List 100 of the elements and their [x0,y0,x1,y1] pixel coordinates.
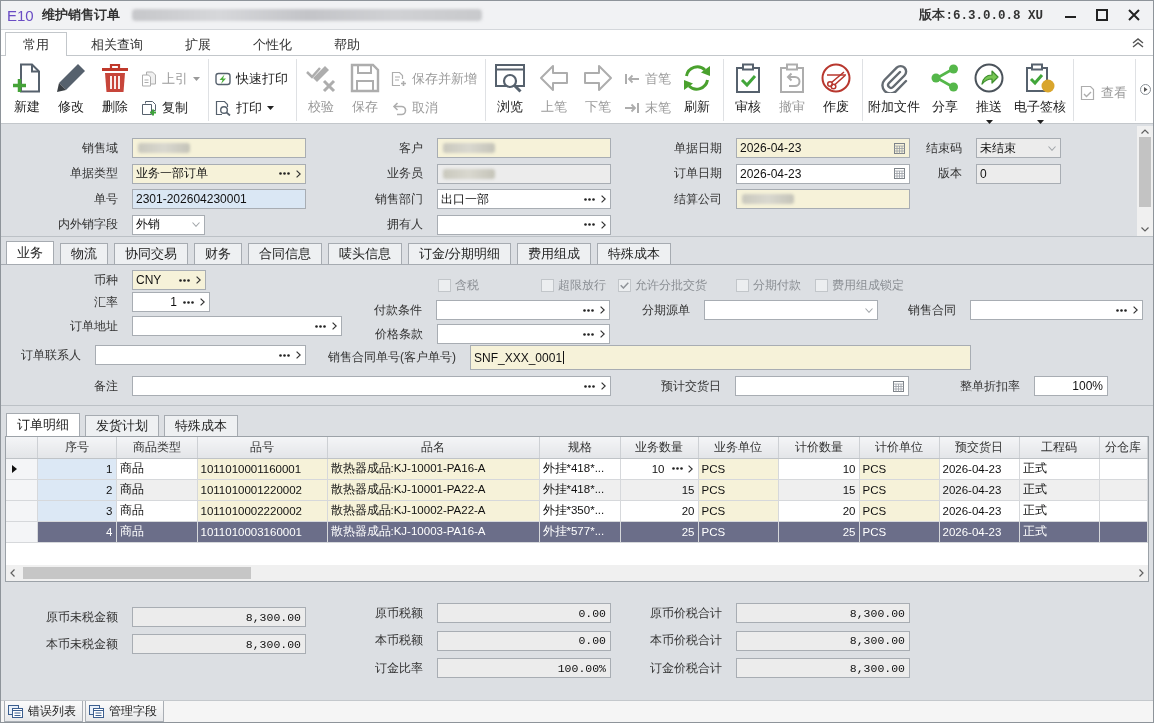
form-tab[interactable]: 合同信息 [248,243,322,264]
lookup-field[interactable] [437,163,611,184]
row-header-cell[interactable] [6,500,37,521]
column-header[interactable]: 业务数量 [620,437,698,458]
toolbar-button[interactable]: 修改 [49,59,93,121]
toolbar-button[interactable]: 分享 [923,59,967,121]
lookup-field[interactable] [436,300,610,320]
ribbon-tab[interactable]: 扩展 [167,32,229,56]
toolbar-button[interactable]: 复制 [137,97,204,119]
column-header[interactable]: 商品类型 [116,437,197,458]
lookup-field[interactable] [437,138,611,158]
amount-field[interactable]: 8,300.00 [736,658,910,678]
amount-field[interactable]: 8,300.00 [736,603,910,623]
lookup-field[interactable] [132,138,306,158]
ribbon-tab[interactable]: 个性化 [235,32,310,56]
chevron-right-icon[interactable] [200,298,205,306]
text-field[interactable]: SNF_XXX_0001 [470,345,971,370]
lookup-field[interactable]: 出口一部 [437,189,611,210]
form-tab[interactable]: 财务 [194,243,242,264]
toolbar-button[interactable]: 作废 [814,59,858,121]
more-icon[interactable] [584,384,595,388]
column-header[interactable]: 预交货日 [939,437,1019,458]
more-icon[interactable] [584,197,595,201]
more-icon[interactable] [584,223,595,227]
panel-tab[interactable]: 错误列表 [4,701,83,722]
more-icon[interactable] [279,353,290,357]
column-header[interactable]: 序号 [37,437,116,458]
column-header[interactable]: 规格 [539,437,620,458]
chevron-right-icon[interactable] [332,322,337,330]
date-field[interactable]: 2026-04-23 [736,138,910,158]
toolbar-button[interactable]: 删除 [93,59,137,121]
vertical-scrollbar[interactable] [1137,126,1153,236]
lookup-field[interactable] [132,316,342,336]
more-icon[interactable] [1116,308,1127,312]
toolbar-button[interactable]: 电子签核 [1011,59,1069,121]
amount-field[interactable]: 100.00% [437,658,611,678]
more-icon[interactable] [279,172,290,176]
form-tab[interactable]: 特殊成本 [597,243,672,264]
form-tab[interactable]: 协同交易 [114,243,188,264]
form-tab[interactable]: 业务 [6,241,54,264]
horizontal-scrollbar[interactable] [6,565,1148,581]
dropdown-field[interactable]: 未结束 [976,138,1061,158]
ribbon-tab[interactable]: 帮助 [316,32,378,56]
close-icon[interactable] [1128,9,1140,21]
date-field[interactable]: 2026-04-23 [736,163,910,184]
chevron-down-icon[interactable] [865,307,873,313]
toolbar-button[interactable]: 浏览 [488,59,532,121]
calendar-icon[interactable] [894,142,905,154]
panel-tab[interactable]: 管理字段 [85,701,164,722]
date-field[interactable] [735,376,909,396]
column-header[interactable]: 工程码 [1019,437,1099,458]
chevron-right-icon[interactable] [296,351,301,359]
row-header-cell[interactable] [6,479,37,500]
toolbar-button[interactable]: 审核 [726,59,770,121]
detail-tab[interactable]: 订单明细 [6,413,80,436]
more-icon[interactable] [315,324,326,328]
calendar-icon[interactable] [894,168,905,180]
toolbar-button[interactable]: 打印 [211,97,292,119]
lookup-field[interactable] [437,214,611,235]
chevron-down-icon[interactable] [192,222,200,228]
column-header[interactable]: 计价单位 [859,437,939,458]
more-icon[interactable] [179,278,190,282]
toolbar-button[interactable]: 附加文件 [865,59,923,121]
detail-tab[interactable]: 发货计划 [85,415,159,436]
row-header-cell[interactable] [6,521,37,542]
more-icon[interactable] [671,467,683,470]
form-tab[interactable]: 费用组成 [517,243,592,264]
lookup-field[interactable]: 业务一部订单 [132,163,306,184]
toolbar-button[interactable]: 快速打印 [211,68,292,90]
form-tab[interactable]: 订金/分期明细 [408,243,512,264]
maximize-icon[interactable] [1096,9,1108,21]
calendar-icon[interactable] [893,380,904,392]
text-field[interactable]: 2301-202604230001 [132,189,306,210]
column-header[interactable]: 品号 [197,437,327,458]
more-icon[interactable] [183,300,194,304]
amount-field[interactable]: 8,300.00 [132,634,306,654]
toolbar-button[interactable]: 刷新 [675,59,719,121]
amount-field[interactable]: 8,300.00 [736,630,910,651]
lookup-field[interactable]: CNY [132,270,206,290]
dropdown-field[interactable] [704,300,878,320]
column-header[interactable]: 品名 [327,437,539,458]
amount-field[interactable]: 0.00 [437,630,611,651]
column-header[interactable]: 分仓库 [1099,437,1148,458]
column-header[interactable]: 业务单位 [698,437,778,458]
row-header-cell[interactable] [6,458,37,479]
scroll-right-icon[interactable] [1140,84,1151,95]
dropdown-field[interactable]: 外销 [132,214,205,235]
more-icon[interactable] [583,308,594,312]
ribbon-tab[interactable]: 相关查询 [73,32,161,56]
text-field[interactable]: 100% [1034,376,1108,396]
amount-field[interactable]: 0.00 [437,603,611,623]
chevron-right-icon[interactable] [196,276,201,284]
amount-field[interactable]: 8,300.00 [132,607,306,627]
detail-tab[interactable]: 特殊成本 [164,415,238,436]
text-field[interactable]: 0 [976,163,1061,184]
collapse-icon[interactable] [1132,37,1144,48]
ribbon-tab[interactable]: 常用 [5,32,67,56]
lookup-field[interactable] [970,300,1143,320]
column-header[interactable]: 计价数量 [778,437,859,458]
chevron-right-icon[interactable] [687,464,693,473]
